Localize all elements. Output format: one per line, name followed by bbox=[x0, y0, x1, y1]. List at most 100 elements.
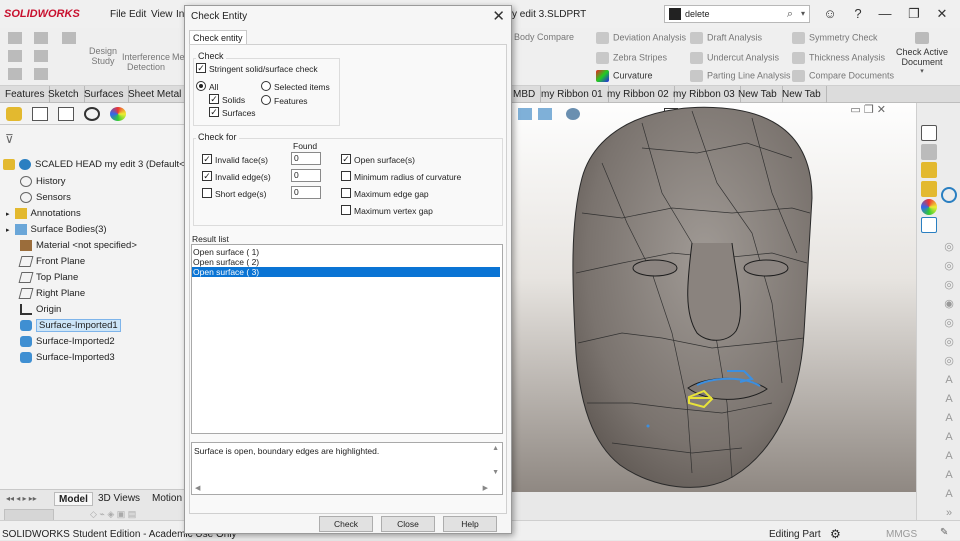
max-edge-gap-checkbox[interactable] bbox=[341, 188, 351, 198]
expand-icon[interactable]: ▸ bbox=[6, 227, 10, 234]
design-study-button[interactable]: Design Study bbox=[88, 46, 118, 66]
tree-item-surface-imported2[interactable]: Surface-Imported2 bbox=[20, 334, 115, 350]
user-icon[interactable]: ☺ bbox=[822, 6, 838, 22]
tab-new-tab-1[interactable]: New Tab bbox=[733, 86, 783, 103]
surfaces-checkbox[interactable]: ✓ bbox=[209, 107, 219, 117]
custom-properties-icon[interactable] bbox=[921, 217, 937, 233]
tree-root[interactable]: SCALED HEAD my edit 3 (Default<< bbox=[3, 157, 190, 173]
all-radio[interactable] bbox=[196, 81, 206, 91]
scroll-left-icon[interactable]: ◀ bbox=[195, 484, 200, 492]
tab-my-ribbon-02[interactable]: my Ribbon 02 bbox=[602, 86, 675, 103]
tab-my-ribbon-01[interactable]: my Ribbon 01 bbox=[536, 86, 609, 103]
tree-item-surface-bodies[interactable]: ▸ Surface Bodies(3) bbox=[6, 222, 107, 238]
tab-motion[interactable]: Motion bbox=[148, 492, 186, 506]
result-item-selected[interactable]: Open surface ( 3) bbox=[192, 267, 500, 277]
draft-analysis-button[interactable]: Draft Analysis bbox=[690, 32, 762, 44]
tree-item-top-plane[interactable]: Top Plane bbox=[18, 270, 78, 286]
max-vertex-gap-checkbox[interactable] bbox=[341, 205, 351, 215]
tab-new-tab-2[interactable]: New Tab bbox=[777, 86, 827, 103]
selected-items-radio[interactable] bbox=[261, 81, 271, 91]
draft-analysis-icon bbox=[690, 32, 703, 44]
check-button[interactable]: Check bbox=[319, 516, 373, 532]
selected-items-label: Selected items bbox=[274, 82, 330, 92]
feature-manager-tab-icon[interactable] bbox=[6, 107, 22, 121]
graphics-area[interactable]: ▭ ❐ ✕ bbox=[512, 103, 916, 492]
close-icon[interactable]: ✕ bbox=[934, 6, 950, 22]
tab-scroll-arrows[interactable]: ◂◂ ◂ ▸ ▸▸ bbox=[2, 492, 41, 506]
appearances-icon[interactable] bbox=[921, 199, 937, 215]
view-heads-up-icons[interactable]: ◎ ◎ ◎ ◉ ◎ ◎ ◎ A A A A A A A» bbox=[941, 238, 957, 519]
parting-line-analysis-button[interactable]: Parting Line Analysis bbox=[690, 70, 791, 82]
home-icon[interactable] bbox=[921, 125, 937, 141]
help-icon[interactable]: ? bbox=[850, 6, 866, 22]
filter-icon[interactable]: ⊽ bbox=[5, 131, 14, 147]
measure-button[interactable]: Me bbox=[172, 52, 185, 62]
result-item[interactable]: Open surface ( 1) bbox=[192, 247, 500, 257]
scroll-down-icon[interactable]: ▼ bbox=[492, 469, 499, 476]
tab-3d-views[interactable]: 3D Views bbox=[94, 492, 144, 506]
symmetry-check-button[interactable]: Symmetry Check bbox=[792, 32, 878, 44]
short-edges-checkbox[interactable] bbox=[202, 188, 212, 198]
check-active-document-icon bbox=[915, 32, 929, 44]
tree-item-surface-imported3[interactable]: Surface-Imported3 bbox=[20, 350, 115, 366]
thickness-analysis-button[interactable]: Thickness Analysis bbox=[792, 52, 885, 64]
search-input[interactable]: delete ⌕ ▾ bbox=[664, 5, 810, 23]
history-icon bbox=[20, 175, 32, 187]
zebra-stripes-button[interactable]: Zebra Stripes bbox=[596, 52, 667, 64]
compare-documents-icon bbox=[792, 70, 805, 82]
minimize-icon[interactable]: — bbox=[877, 6, 893, 22]
customize-icon[interactable]: ✎ bbox=[940, 527, 948, 538]
tab-surfaces[interactable]: Surfaces bbox=[79, 86, 130, 103]
curvature-button[interactable]: Curvature bbox=[596, 70, 653, 82]
scroll-right-icon[interactable]: ▶ bbox=[483, 484, 488, 492]
menu-file[interactable]: File bbox=[110, 9, 126, 20]
property-manager-tab-icon[interactable] bbox=[32, 107, 48, 121]
tree-item-front-plane[interactable]: Front Plane bbox=[18, 254, 85, 270]
chevron-down-icon[interactable]: ▾ bbox=[801, 6, 805, 22]
expand-icon[interactable]: ▸ bbox=[6, 211, 10, 218]
tree-item-annotations[interactable]: ▸ Annotations bbox=[6, 206, 81, 222]
crosshair-icon[interactable] bbox=[941, 187, 957, 203]
tree-item-right-plane[interactable]: Right Plane bbox=[18, 286, 85, 302]
tree-item-sensors[interactable]: Sensors bbox=[20, 190, 71, 206]
rebuild-icon[interactable]: ⚙ bbox=[830, 527, 841, 541]
configuration-manager-tab-icon[interactable] bbox=[58, 107, 74, 121]
solids-checkbox[interactable]: ✓ bbox=[209, 94, 219, 104]
close-button[interactable]: Close bbox=[381, 516, 435, 532]
tree-item-surface-imported1[interactable]: Surface-Imported1 bbox=[20, 318, 121, 334]
close-icon[interactable]: ✕ bbox=[492, 7, 505, 25]
body-compare-button[interactable]: Body Compare bbox=[514, 32, 574, 42]
min-radius-checkbox[interactable] bbox=[341, 171, 351, 181]
tab-check-entity[interactable]: Check entity bbox=[189, 30, 247, 44]
result-list[interactable]: Open surface ( 1) Open surface ( 2) Open… bbox=[191, 244, 503, 434]
display-manager-tab-icon[interactable] bbox=[110, 107, 126, 121]
stringent-checkbox[interactable]: ✓ bbox=[196, 63, 206, 73]
tree-item-history[interactable]: History bbox=[20, 174, 66, 190]
result-item[interactable]: Open surface ( 2) bbox=[192, 257, 500, 267]
compare-documents-button[interactable]: Compare Documents bbox=[792, 70, 894, 82]
dimxpert-tab-icon[interactable] bbox=[84, 107, 100, 121]
search-icon[interactable]: ⌕ bbox=[787, 6, 793, 22]
tab-sheet-metal[interactable]: Sheet Metal bbox=[123, 86, 188, 103]
restore-icon[interactable]: ❐ bbox=[906, 6, 922, 22]
open-surfaces-checkbox[interactable]: ✓ bbox=[341, 154, 351, 164]
file-explorer-icon[interactable] bbox=[921, 181, 937, 197]
tab-model[interactable]: Model bbox=[54, 492, 93, 506]
tree-item-origin[interactable]: Origin bbox=[20, 302, 61, 318]
invalid-edges-checkbox[interactable]: ✓ bbox=[202, 171, 212, 181]
undercut-analysis-button[interactable]: Undercut Analysis bbox=[690, 52, 779, 64]
menu-view[interactable]: View bbox=[151, 9, 173, 20]
check-active-document-button[interactable]: Check Active Document ▾ bbox=[892, 32, 952, 75]
tree-item-material[interactable]: Material <not specified> bbox=[20, 238, 137, 254]
menu-edit[interactable]: Edit bbox=[129, 9, 146, 20]
scroll-up-icon[interactable]: ▲ bbox=[492, 445, 499, 452]
units-status[interactable]: MMGS bbox=[886, 529, 917, 540]
design-library-icon[interactable] bbox=[921, 162, 937, 178]
interference-detection-button[interactable]: Interference Detection bbox=[120, 52, 172, 72]
3d-content-icon[interactable] bbox=[921, 144, 937, 160]
help-button[interactable]: Help bbox=[443, 516, 497, 532]
invalid-faces-checkbox[interactable]: ✓ bbox=[202, 154, 212, 164]
tab-my-ribbon-03[interactable]: my Ribbon 03 bbox=[668, 86, 741, 103]
deviation-analysis-button[interactable]: Deviation Analysis bbox=[596, 32, 686, 44]
features-radio[interactable] bbox=[261, 95, 271, 105]
